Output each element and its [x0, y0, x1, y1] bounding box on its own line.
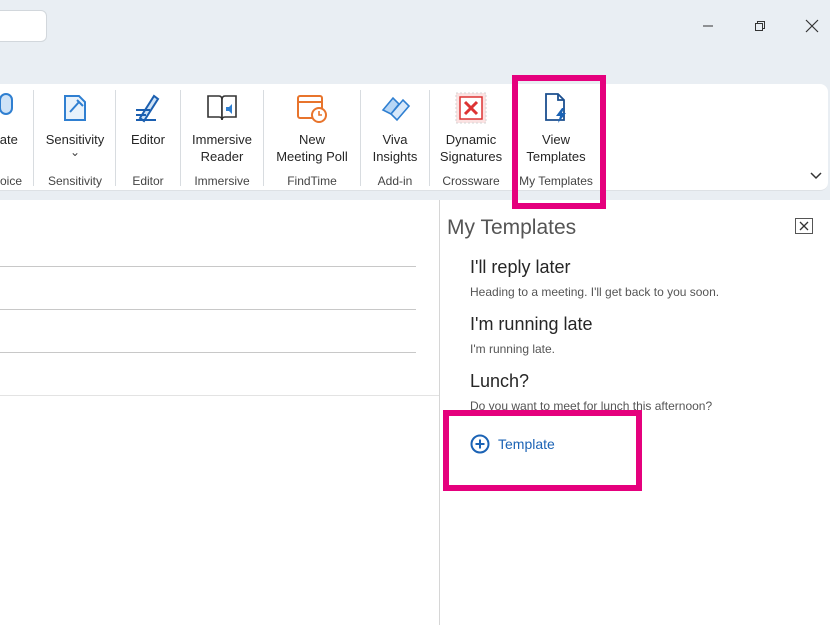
immersive-reader-button[interactable]: Immersive Reader	[182, 90, 262, 170]
ribbon-separator	[115, 90, 116, 186]
editor-group-label: Editor	[132, 174, 164, 188]
field-divider	[0, 395, 439, 396]
dynamic-signatures-label: Dynamic Signatures	[439, 132, 503, 164]
ribbon-separator	[263, 90, 264, 186]
field-divider	[0, 266, 416, 267]
pane-divider	[439, 200, 440, 625]
close-icon	[799, 221, 809, 231]
close-icon	[805, 19, 819, 33]
template-description: Do you want to meet for lunch this after…	[470, 399, 713, 413]
template-item[interactable]: I'll reply later Heading to a meeting. I…	[470, 257, 810, 299]
template-item[interactable]: I'm running late I'm running late.	[470, 314, 810, 356]
ribbon-group-sensitivity: Sensitivity ⌄ Sensitivity	[36, 84, 114, 191]
crossware-stamp-icon	[453, 90, 489, 126]
addin-group-label: Add-in	[377, 174, 413, 188]
ribbon-separator	[360, 90, 361, 186]
viva-insights-button[interactable]: Viva Insights	[362, 90, 428, 170]
crossware-group-label: Crossware	[442, 174, 500, 188]
ribbon-group-immersive: Immersive Reader Immersive	[182, 84, 262, 191]
maximize-button[interactable]	[740, 10, 780, 42]
field-divider	[0, 309, 416, 310]
ribbon-group-findtime: New Meeting Poll FindTime	[265, 84, 359, 191]
ribbon: tate oice Sensitivity ⌄ Sensitivity Edit…	[0, 84, 828, 191]
search-input[interactable]	[0, 10, 47, 42]
close-window-button[interactable]	[792, 10, 830, 42]
sensitivity-dropdown-icon: ⌄	[69, 145, 81, 159]
viva-insights-label: Viva Insights	[372, 132, 418, 164]
editor-label: Editor	[131, 132, 165, 147]
view-templates-button[interactable]: View Templates	[514, 90, 598, 170]
template-title: I'm running late	[470, 314, 593, 334]
findtime-calendar-icon	[294, 90, 330, 126]
findtime-group-label: FindTime	[287, 174, 337, 188]
ribbon-separator	[512, 90, 513, 186]
editor-button[interactable]: Editor	[117, 90, 179, 170]
immersive-group-label: Immersive	[194, 174, 250, 188]
dynamic-signatures-button[interactable]: Dynamic Signatures	[431, 90, 511, 170]
ribbon-separator	[180, 90, 181, 186]
add-template-label: Template	[498, 436, 555, 452]
add-template-button[interactable]: Template	[470, 434, 555, 454]
template-description: Heading to a meeting. I'll get back to y…	[470, 285, 720, 299]
chevron-down-icon	[810, 172, 822, 180]
viva-insights-icon	[377, 90, 413, 126]
editor-pen-icon	[130, 90, 166, 126]
field-divider	[0, 352, 416, 353]
dictate-button[interactable]: tate	[0, 90, 30, 170]
view-templates-label: View Templates	[526, 132, 586, 164]
immersive-reader-label: Immersive Reader	[192, 132, 252, 164]
sensitivity-group-label: Sensitivity	[47, 174, 103, 188]
template-title: Lunch?	[470, 371, 530, 391]
template-item[interactable]: Lunch? Do you want to meet for lunch thi…	[470, 371, 810, 413]
ribbon-group-editor: Editor Editor	[117, 84, 179, 191]
compose-area: My Templates I'll reply later Heading to…	[0, 200, 830, 625]
mytemplates-group-label: My Templates	[519, 174, 593, 188]
ribbon-separator	[33, 90, 34, 186]
template-title: I'll reply later	[470, 257, 571, 277]
plus-circle-icon	[470, 434, 490, 454]
ribbon-group-mytemplates: View Templates My Templates	[514, 84, 598, 191]
minimize-button[interactable]	[688, 10, 728, 42]
new-meeting-poll-button[interactable]: New Meeting Poll	[265, 90, 359, 170]
sensitivity-icon	[57, 90, 93, 126]
microphone-icon	[0, 90, 28, 126]
sensitivity-button[interactable]: Sensitivity ⌄	[36, 90, 114, 170]
ribbon-expand-button[interactable]	[806, 166, 826, 186]
minimize-icon	[703, 25, 713, 27]
title-bar	[0, 0, 830, 84]
ribbon-group-crossware: Dynamic Signatures Crossware	[431, 84, 511, 191]
ribbon-separator	[429, 90, 430, 186]
close-pane-button[interactable]	[795, 218, 813, 234]
view-templates-icon	[538, 90, 574, 126]
immersive-reader-icon	[204, 90, 240, 126]
templates-pane-title: My Templates	[447, 216, 577, 239]
dictate-label: tate	[0, 132, 18, 147]
new-meeting-poll-label: New Meeting Poll	[276, 132, 348, 164]
restore-icon	[755, 21, 765, 31]
ribbon-group-addin: Viva Insights Add-in	[362, 84, 428, 191]
ribbon-group-voice: tate oice	[0, 84, 30, 191]
template-description: I'm running late.	[470, 342, 556, 356]
voice-group-label: oice	[0, 174, 23, 188]
